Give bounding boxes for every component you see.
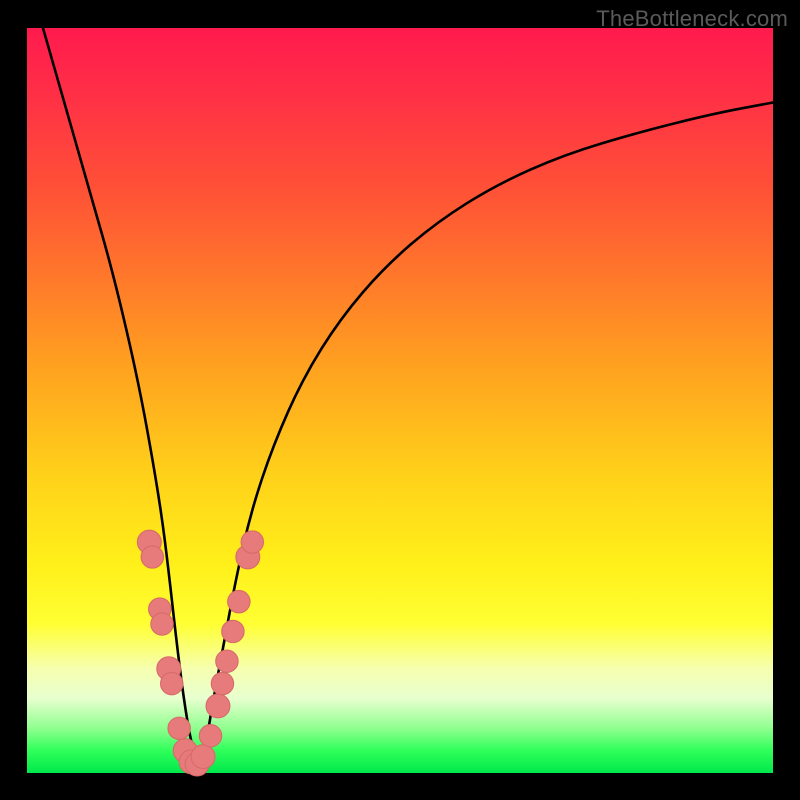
watermark-text: TheBottleneck.com — [596, 6, 788, 32]
data-marker — [168, 717, 190, 739]
curve-svg — [27, 28, 773, 773]
data-marker — [241, 531, 263, 553]
data-markers — [137, 530, 263, 776]
bottleneck-curve — [34, 0, 773, 760]
data-marker — [216, 650, 238, 672]
data-marker — [141, 546, 163, 568]
data-marker — [191, 745, 215, 769]
data-marker — [222, 620, 244, 642]
plot-area — [27, 28, 773, 773]
data-marker — [211, 672, 233, 694]
data-marker — [151, 613, 173, 635]
data-marker — [206, 694, 230, 718]
data-marker — [161, 672, 183, 694]
data-marker — [199, 725, 221, 747]
chart-frame: TheBottleneck.com — [0, 0, 800, 800]
data-marker — [228, 590, 250, 612]
